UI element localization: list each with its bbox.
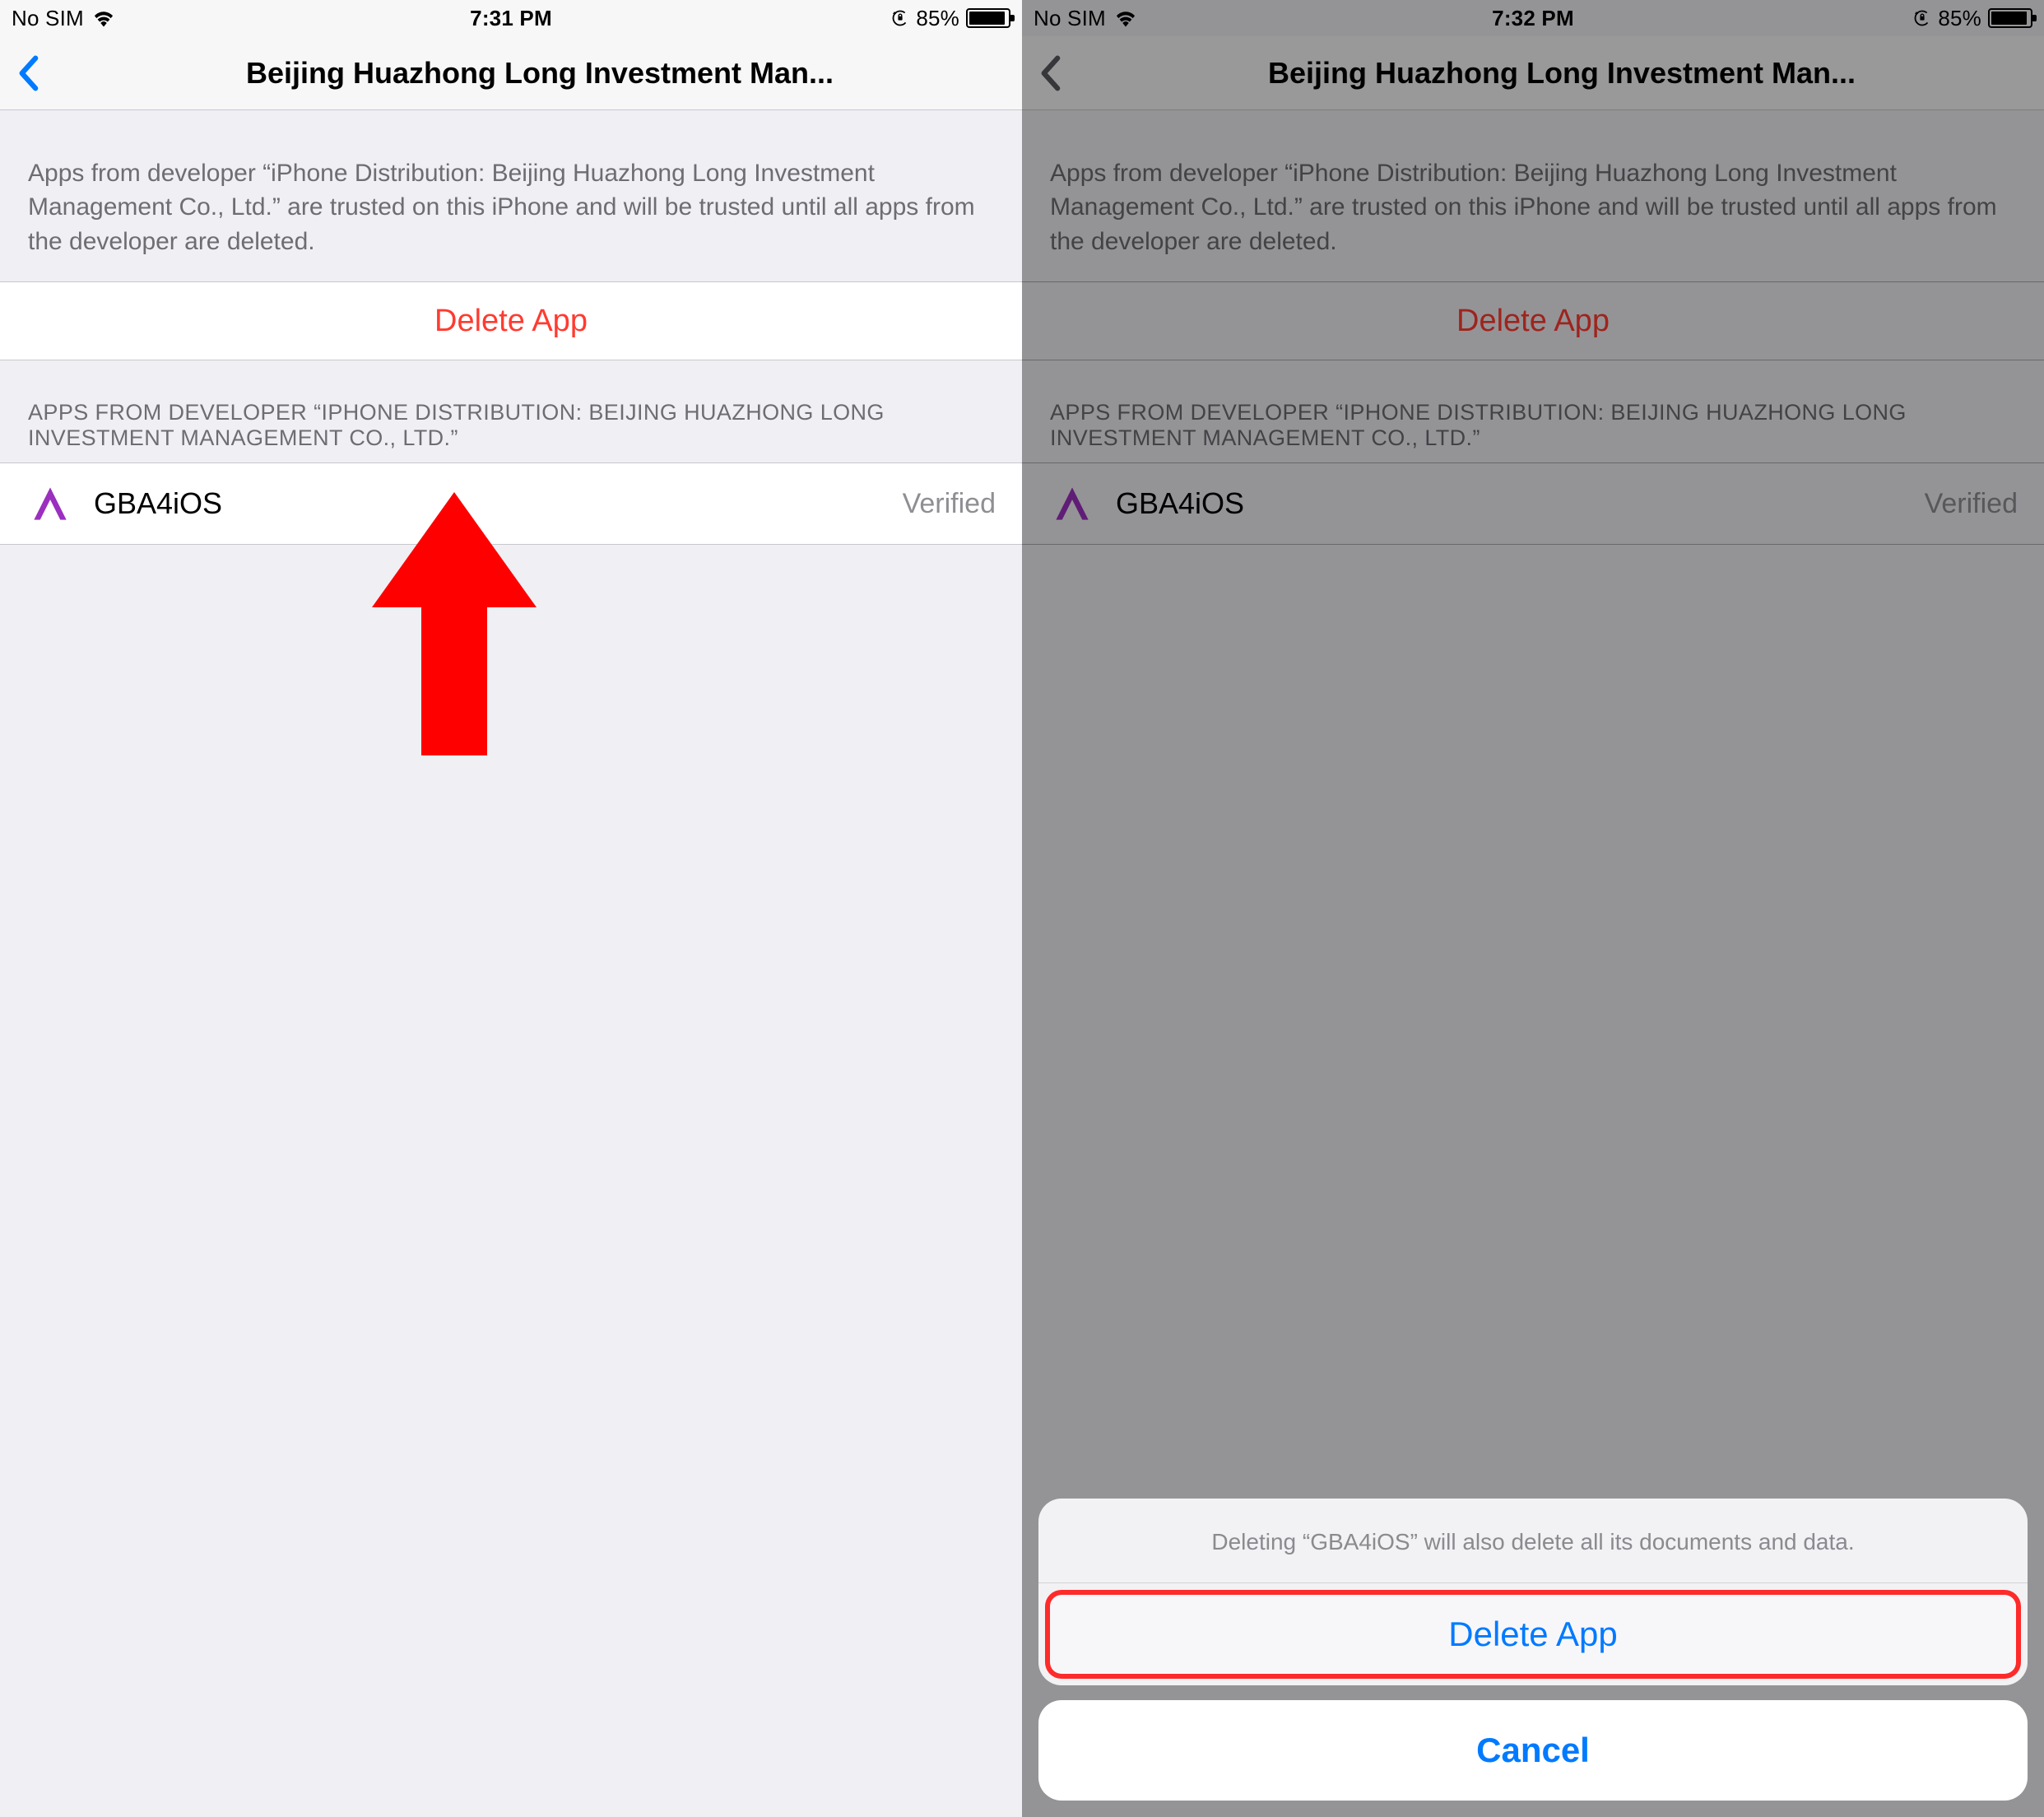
- trust-explanation-text: Apps from developer “iPhone Distribution…: [0, 110, 1022, 281]
- status-bar: No SIM 7:31 PM 85%: [0, 0, 1022, 36]
- action-sheet-group: Deleting “GBA4iOS” will also delete all …: [1038, 1499, 2028, 1685]
- nav-bar: Beijing Huazhong Long Investment Man...: [0, 36, 1022, 110]
- rotation-lock-icon: [891, 9, 909, 27]
- delete-app-button[interactable]: Delete App: [0, 281, 1022, 360]
- carrier-label: No SIM: [12, 6, 84, 31]
- back-button[interactable]: [16, 55, 39, 91]
- app-icon: [26, 480, 74, 527]
- page-title: Beijing Huazhong Long Investment Man...: [74, 56, 1006, 91]
- app-name-label: GBA4iOS: [94, 486, 222, 521]
- app-verified-label: Verified: [903, 488, 996, 520]
- action-sheet: Deleting “GBA4iOS” will also delete all …: [1038, 1499, 2028, 1801]
- battery-icon: [966, 8, 1010, 28]
- content-area: Apps from developer “iPhone Distribution…: [0, 110, 1022, 545]
- battery-percent-label: 85%: [916, 6, 959, 31]
- wifi-icon: [92, 9, 115, 27]
- clock-label: 7:31 PM: [0, 6, 1022, 31]
- screenshot-left: No SIM 7:31 PM 85% Beijing Huazhong Long…: [0, 0, 1022, 1817]
- cancel-button[interactable]: Cancel: [1038, 1700, 2028, 1801]
- app-row[interactable]: GBA4iOS Verified: [0, 462, 1022, 545]
- screenshot-right: No SIM 7:32 PM 85% Beijing Huazhong Long…: [1022, 0, 2044, 1817]
- action-sheet-message: Deleting “GBA4iOS” will also delete all …: [1038, 1499, 2028, 1583]
- apps-section-header: APPS FROM DEVELOPER “IPHONE DISTRIBUTION…: [0, 360, 1022, 462]
- confirm-delete-button[interactable]: Delete App: [1045, 1590, 2021, 1679]
